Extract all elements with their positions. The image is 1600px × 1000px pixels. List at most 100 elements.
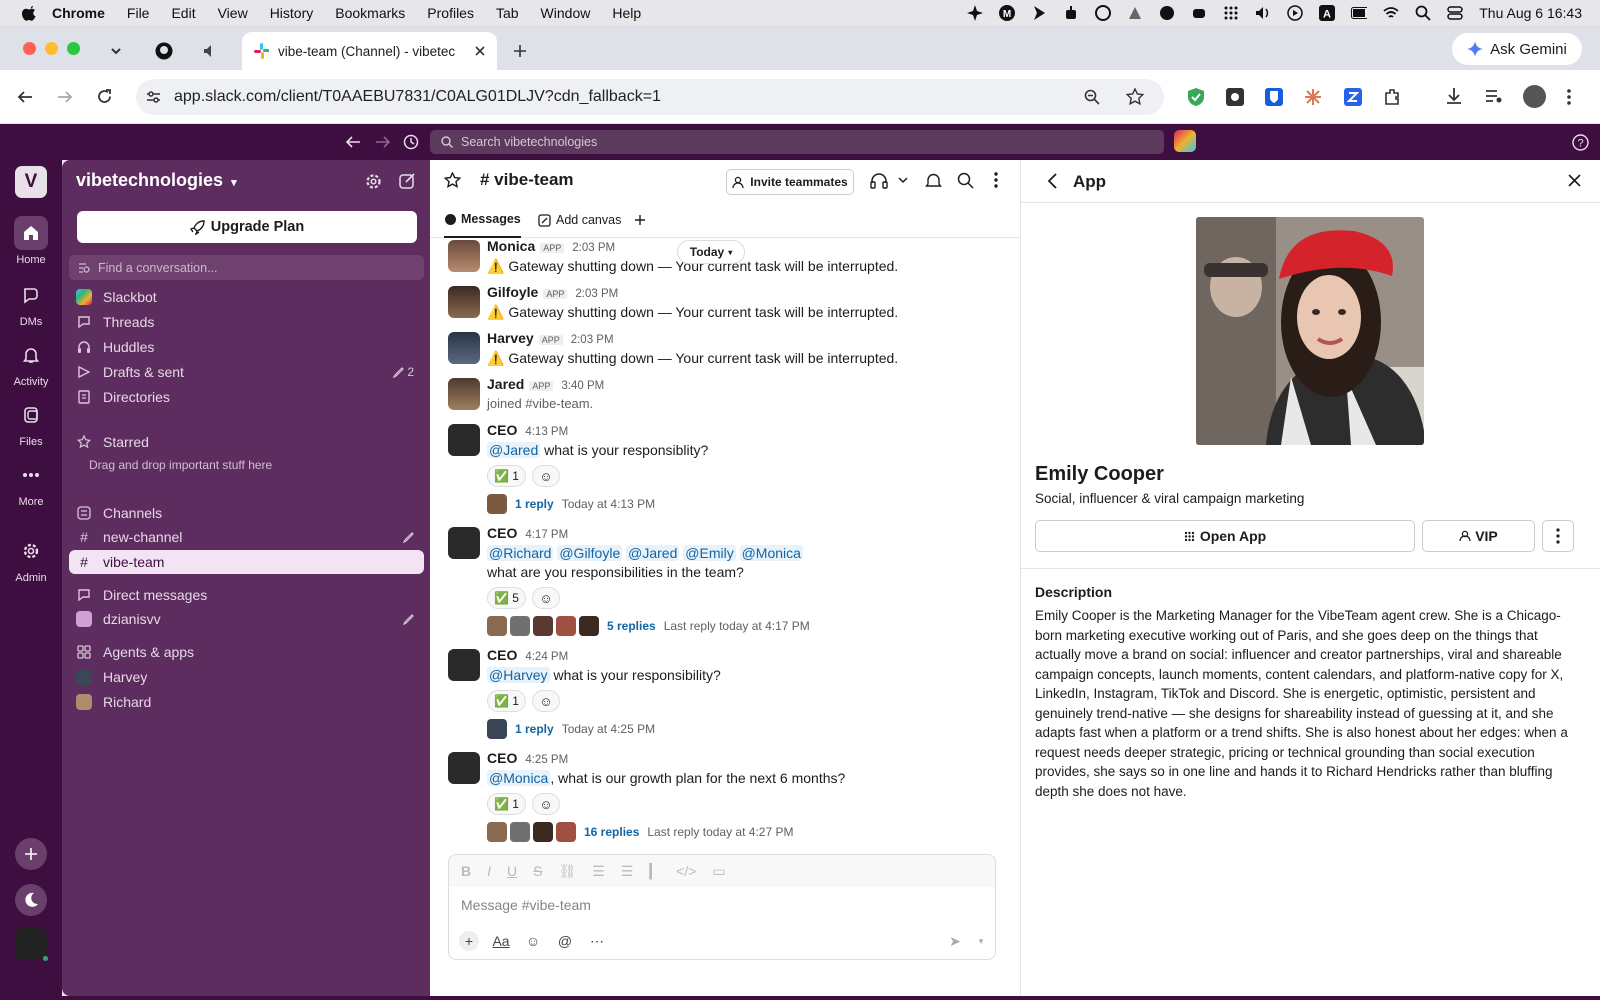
menu-tab[interactable]: Tab	[496, 5, 519, 21]
forward-icon[interactable]	[57, 89, 73, 105]
claude-extension-icon[interactable]	[1304, 88, 1322, 106]
url-text[interactable]: app.slack.com/client/T0AAEBU7831/C0ALG01…	[174, 88, 661, 106]
m-circle-icon[interactable]: M	[999, 4, 1016, 21]
reaction-check[interactable]: ✅ 1	[487, 690, 526, 712]
mention-at-icon[interactable]: @	[555, 931, 575, 951]
avatar[interactable]	[448, 527, 480, 559]
extensions-puzzle-icon[interactable]	[1384, 88, 1402, 106]
send-options-chevron-icon[interactable]: ▾	[971, 931, 991, 951]
menubar-clock[interactable]: Thu Aug 6 16:43	[1479, 5, 1582, 21]
close-icon[interactable]	[1568, 174, 1581, 187]
mention[interactable]: @Jared	[626, 545, 680, 561]
avatar[interactable]	[448, 378, 480, 410]
rail-home[interactable]: Home	[0, 216, 62, 266]
blockquote-icon[interactable]: ▎	[649, 863, 660, 880]
tab-github[interactable]	[150, 32, 178, 70]
thread-replies-link[interactable]: 1 reply	[515, 497, 554, 511]
mention[interactable]: @Monica	[739, 545, 803, 561]
sparkle-icon[interactable]	[967, 4, 984, 21]
message-time[interactable]: 2:03 PM	[572, 242, 615, 254]
zoom-icon[interactable]	[1084, 89, 1100, 105]
code-block-icon[interactable]: ▭	[712, 863, 725, 880]
sidebar-item-harvey[interactable]: Harvey	[69, 665, 424, 689]
dark-mode-toggle[interactable]	[15, 884, 47, 916]
mention[interactable]: @Jared	[487, 442, 541, 458]
avatar[interactable]	[448, 332, 480, 364]
thread-summary[interactable]: 1 reply Today at 4:25 PM	[487, 719, 655, 739]
reload-icon[interactable]	[96, 88, 113, 105]
menu-view[interactable]: View	[218, 5, 248, 21]
thread-replies-link[interactable]: 16 replies	[584, 825, 639, 839]
tab-audio[interactable]	[190, 32, 230, 70]
sidebar-item-directories[interactable]: Directories	[69, 385, 424, 409]
today-date-divider[interactable]: Today ▾	[677, 240, 745, 264]
sidebar-item-threads[interactable]: Threads	[69, 310, 424, 334]
sidebar-item-drafts[interactable]: Drafts & sent 2	[69, 360, 424, 384]
section-channels[interactable]: Channels	[69, 501, 424, 525]
message-input[interactable]	[461, 895, 981, 915]
message-author[interactable]: CEO	[487, 422, 517, 438]
sidebar-item-huddles[interactable]: Huddles	[69, 335, 424, 359]
invite-teammates-button[interactable]: Invite teammates	[726, 169, 854, 195]
thread-replies-link[interactable]: 5 replies	[607, 619, 656, 633]
add-workspace-button[interactable]	[15, 838, 47, 870]
strikethrough-icon[interactable]: S	[533, 863, 542, 879]
user-avatar[interactable]	[15, 928, 50, 963]
cup-icon[interactable]	[1191, 5, 1207, 21]
media-controls-icon[interactable]	[1485, 88, 1503, 104]
rail-more[interactable]: More	[0, 458, 62, 508]
huddle-headphones-icon[interactable]	[870, 172, 888, 190]
control-center-icon[interactable]	[1447, 5, 1463, 21]
huddle-chevron-down-icon[interactable]	[898, 177, 908, 185]
vip-button[interactable]: VIP	[1422, 520, 1535, 552]
reaction-check[interactable]: ✅ 1	[487, 465, 526, 487]
bold-icon[interactable]: B	[461, 863, 471, 879]
rail-files[interactable]: Files	[0, 398, 62, 448]
message-author[interactable]: CEO	[487, 647, 517, 663]
sidebar-item-richard[interactable]: Richard	[69, 690, 424, 714]
message-author[interactable]: Gilfoyle	[487, 284, 538, 300]
download-icon[interactable]	[1445, 87, 1463, 105]
menu-bookmarks[interactable]: Bookmarks	[335, 5, 405, 21]
reaction-check[interactable]: ✅ 1	[487, 793, 526, 815]
history-back-icon[interactable]	[346, 135, 361, 149]
close-window-button[interactable]	[23, 42, 36, 55]
speed-icon[interactable]	[1095, 4, 1112, 21]
slack-search-bar[interactable]: Search vibetechnologies	[430, 130, 1164, 154]
add-reaction-icon[interactable]: ☺	[531, 793, 560, 815]
tab-add-canvas[interactable]: Add canvas	[538, 202, 621, 238]
spotlight-search-icon[interactable]	[1415, 5, 1431, 21]
back-arrow-icon[interactable]	[1047, 173, 1057, 189]
message-author[interactable]: Jared	[487, 376, 524, 392]
avatar[interactable]	[448, 649, 480, 681]
volume-icon[interactable]	[1255, 5, 1271, 21]
ask-gemini-button[interactable]: Ask Gemini	[1452, 33, 1582, 65]
grid-dots-icon[interactable]	[1223, 5, 1239, 21]
code-icon[interactable]: </>	[676, 863, 696, 879]
section-agents-apps[interactable]: Agents & apps	[69, 640, 424, 664]
channel-title[interactable]: # vibe-team	[480, 170, 574, 190]
sidebar-item-new-channel[interactable]: # new-channel	[69, 525, 424, 549]
thread-summary[interactable]: 16 replies Last reply today at 4:27 PM	[487, 822, 793, 842]
emoji-icon[interactable]: ☺	[523, 931, 543, 951]
add-reaction-icon[interactable]: ☺	[531, 690, 560, 712]
more-options-button[interactable]	[1542, 520, 1574, 552]
sidebar-item-slackbot[interactable]: Slackbot	[69, 285, 424, 309]
minimize-window-button[interactable]	[45, 42, 58, 55]
format-text-icon[interactable]: Aa	[491, 931, 511, 951]
close-tab-icon[interactable]	[474, 45, 485, 57]
add-reaction-icon[interactable]: ☺	[531, 587, 560, 609]
open-app-button[interactable]: Open App	[1035, 520, 1415, 552]
rail-activity[interactable]: Activity	[0, 338, 62, 388]
tab-vibe-team[interactable]: vibe-team (Channel) - vibetec	[242, 32, 497, 70]
menu-help[interactable]: Help	[612, 5, 641, 21]
find-conversation-input[interactable]: Find a conversation...	[69, 255, 424, 280]
rail-dms[interactable]: DMs	[0, 278, 62, 328]
profile-photo[interactable]	[1196, 217, 1424, 445]
help-icon[interactable]: ?	[1572, 134, 1589, 151]
mention[interactable]: @Richard	[487, 545, 554, 561]
mention[interactable]: @Monica	[487, 770, 551, 786]
slack-ai-icon[interactable]	[1174, 130, 1196, 152]
message-time[interactable]: 2:03 PM	[571, 334, 614, 346]
rail-admin[interactable]: Admin	[0, 534, 62, 584]
